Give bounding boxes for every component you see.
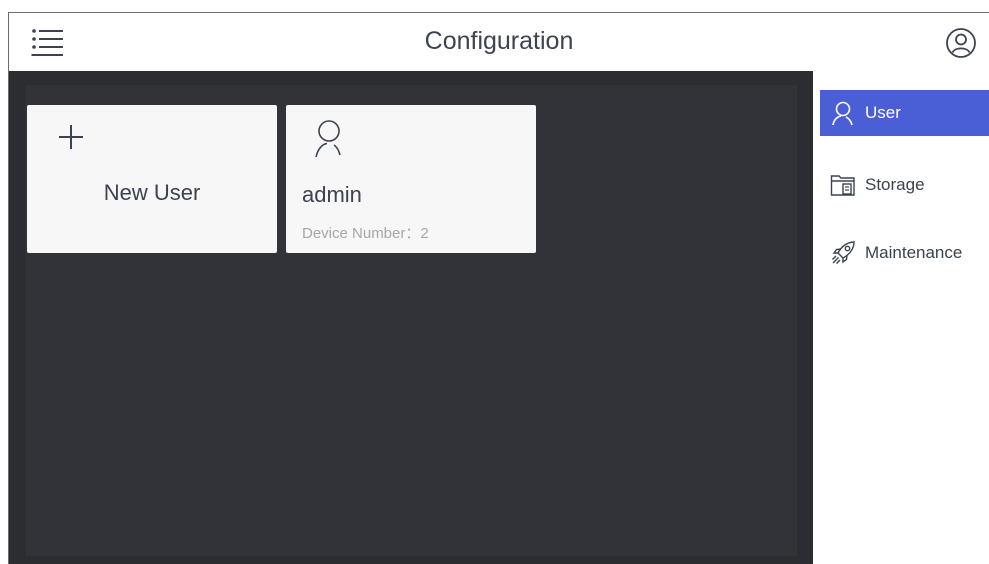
new-user-card[interactable]: New User [27,105,277,253]
storage-icon [830,172,856,198]
user-circle-icon[interactable] [945,27,977,59]
sidebar-item-label: Maintenance [865,243,963,262]
sidebar-item-maintenance[interactable]: Maintenance [820,230,989,276]
new-user-label: New User [103,180,201,205]
main-content: New User admin Device Number：2 [9,71,813,564]
rocket-icon [830,240,856,266]
plus-icon [57,123,85,151]
user-outline-icon [830,100,856,126]
page-title: Configuration [424,27,574,55]
user-card-grid: New User admin Device Number：2 [25,85,797,556]
sidebar-item-user[interactable]: User [820,90,989,136]
sidebar-item-label: Storage [865,175,925,194]
sidebar: User Storage Maintenance [813,71,989,564]
user-outline-icon [312,117,346,161]
sidebar-item-storage[interactable]: Storage [820,162,989,208]
user-name: admin [302,182,362,207]
top-bar: Configuration [9,13,989,71]
device-number: Device Number：2 [302,225,429,242]
user-card-admin[interactable]: admin Device Number：2 [286,105,536,253]
sidebar-item-label: User [865,103,901,122]
